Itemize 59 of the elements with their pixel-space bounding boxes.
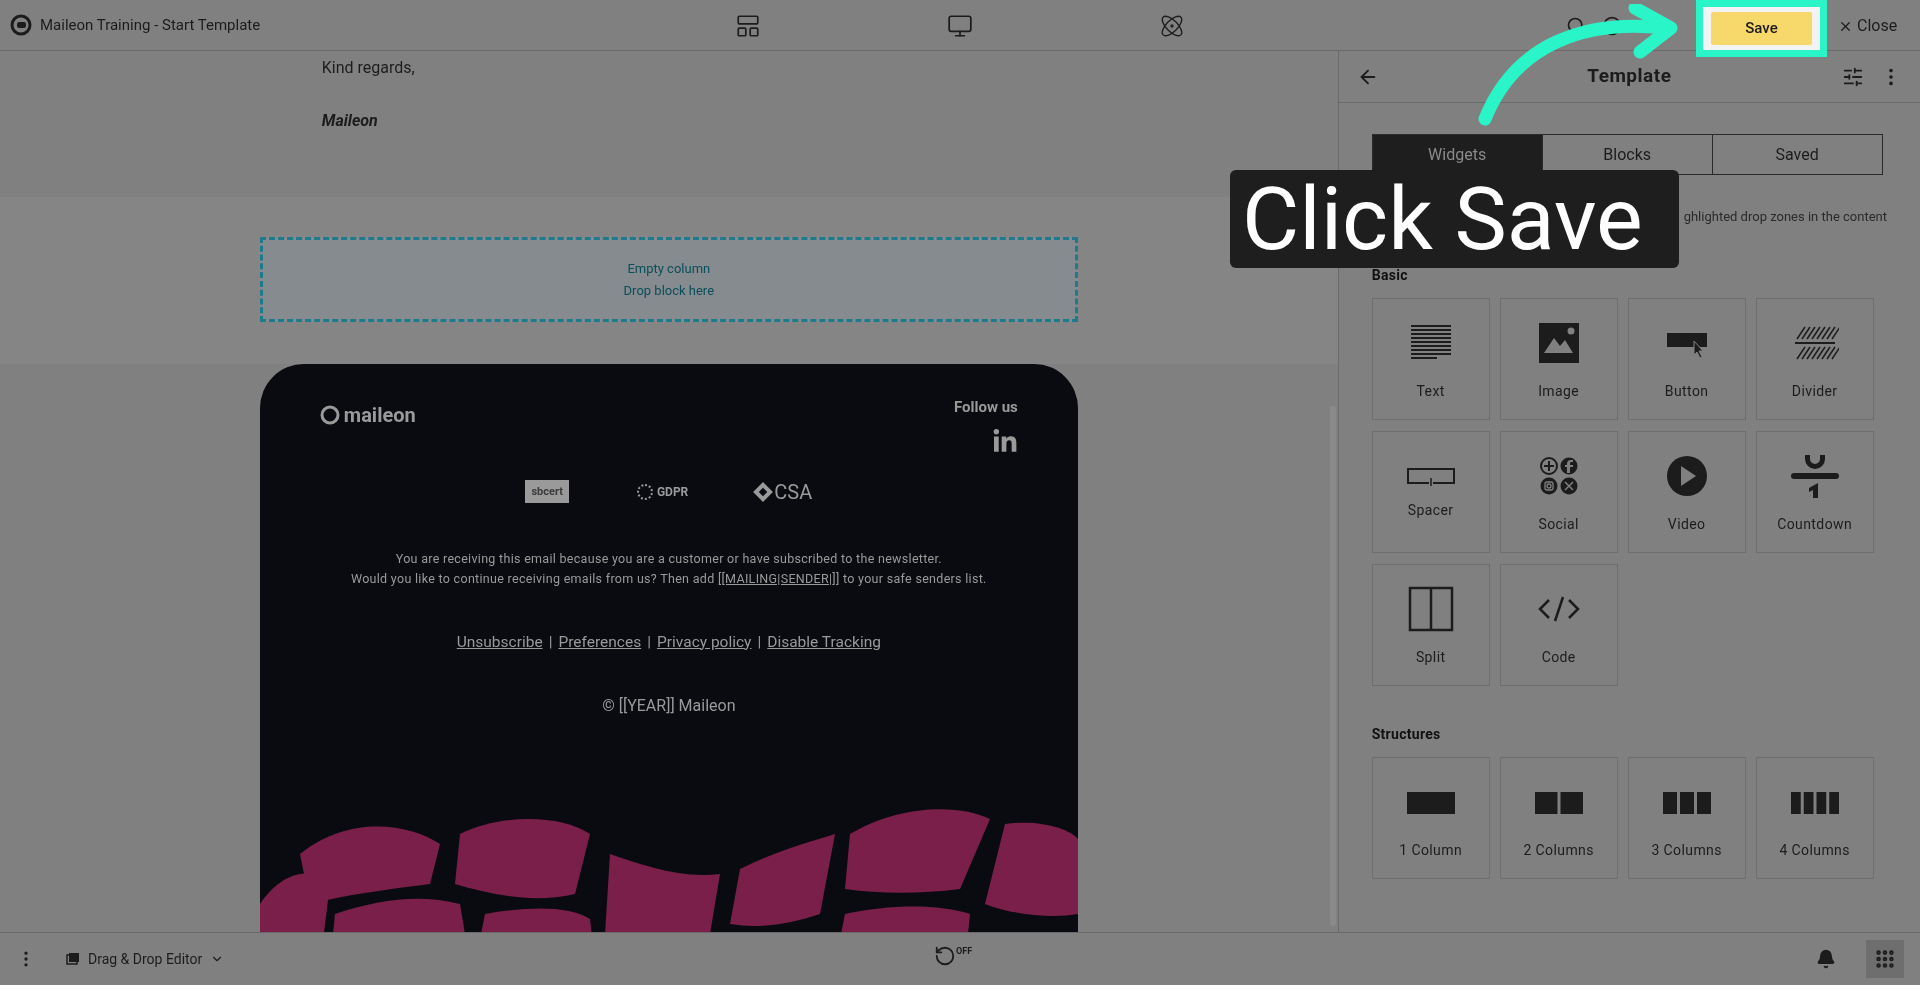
widget-tile[interactable]: Divider (1755, 297, 1874, 420)
copyright-text: © [[YEAR]] Maileon (602, 694, 736, 717)
widget-tile[interactable]: Split (1371, 563, 1490, 686)
logo-icon (319, 405, 340, 425)
grid-icon (1874, 948, 1896, 970)
apps-button[interactable] (1866, 940, 1904, 978)
widget-tile[interactable]: Image (1499, 297, 1618, 420)
widget-tile[interactable]: 4 Columns (1755, 756, 1874, 879)
autosave-toggle[interactable]: OFF (934, 945, 973, 967)
widget-tile[interactable]: 3 Columns (1627, 756, 1746, 879)
signature-text: Maileon (321, 110, 379, 132)
save-button[interactable]: Save (1711, 12, 1812, 45)
widget-tile[interactable]: Spacer (1371, 430, 1490, 553)
editor-selector[interactable]: Drag & Drop Editor (66, 948, 225, 970)
linkedin-icon[interactable] (991, 428, 1018, 455)
widget-tile[interactable]: 2 Columns (1499, 756, 1618, 879)
drop-zone[interactable]: Empty column Drop block here (259, 237, 1078, 322)
certification-badge: sbcert (525, 480, 569, 503)
sliders-icon[interactable] (1842, 65, 1864, 88)
widget-tile[interactable]: 1 Column (1371, 756, 1490, 879)
sender-link[interactable]: [[MAILING|SENDER|]] (717, 570, 840, 586)
monitor-icon[interactable] (947, 13, 973, 39)
panel-title: Template (1587, 63, 1672, 90)
callout-text: Click Save (1242, 175, 1643, 263)
split-icon (1406, 585, 1455, 633)
brand-logo: maileon (319, 400, 416, 430)
editor-icon (66, 952, 80, 966)
certification-badge: GDPR (636, 482, 689, 501)
link-separator: | (757, 631, 762, 653)
widget-tile[interactable]: Countdown (1755, 430, 1874, 553)
atom-icon[interactable] (1159, 13, 1185, 39)
layout-icon[interactable] (735, 13, 761, 39)
notice-text: You are receiving this email because you are a customer or have subscribed to the newsletter. Would you like to continue receiving emails from us? Then add [[MAILING|SENDER|]] to your safe senders list. (350, 549, 987, 588)
certification-badge: CSA (756, 476, 813, 507)
window-title: Maileon Training - Start Template (40, 14, 261, 36)
widget-tile[interactable]: Text (1371, 297, 1490, 420)
bell-icon[interactable] (1816, 949, 1836, 969)
panel-description: ghlighted drop zones in the content (1683, 208, 1887, 226)
footer-link[interactable]: Privacy policy (657, 630, 752, 654)
panel-tab[interactable]: Saved (1711, 135, 1882, 174)
section-heading: Structures (1371, 724, 1442, 744)
widget-tile[interactable]: Code (1499, 563, 1618, 686)
widget-tile[interactable]: Button (1627, 297, 1746, 420)
logo-icon (10, 14, 32, 36)
follow-label: Follow us (954, 397, 1018, 418)
drop-zone-hint: Drop block here (623, 281, 715, 300)
drop-zone-title: Empty column (627, 259, 711, 278)
widget-tile[interactable]: Social (1499, 430, 1618, 553)
greeting-text: Kind regards, (321, 57, 416, 79)
link-separator: | (647, 631, 651, 653)
footer-link[interactable]: Preferences (558, 630, 642, 654)
spacer-icon (1406, 466, 1455, 486)
footer-link[interactable]: Unsubscribe (456, 630, 543, 654)
section-heading: Basic (1371, 265, 1409, 285)
footer-link[interactable]: Disable Tracking (767, 630, 881, 654)
close-button[interactable]: Close (1838, 14, 1898, 38)
widget-tile[interactable]: Video (1627, 430, 1746, 553)
link-separator: | (548, 631, 553, 653)
countdown-icon (1790, 452, 1839, 500)
